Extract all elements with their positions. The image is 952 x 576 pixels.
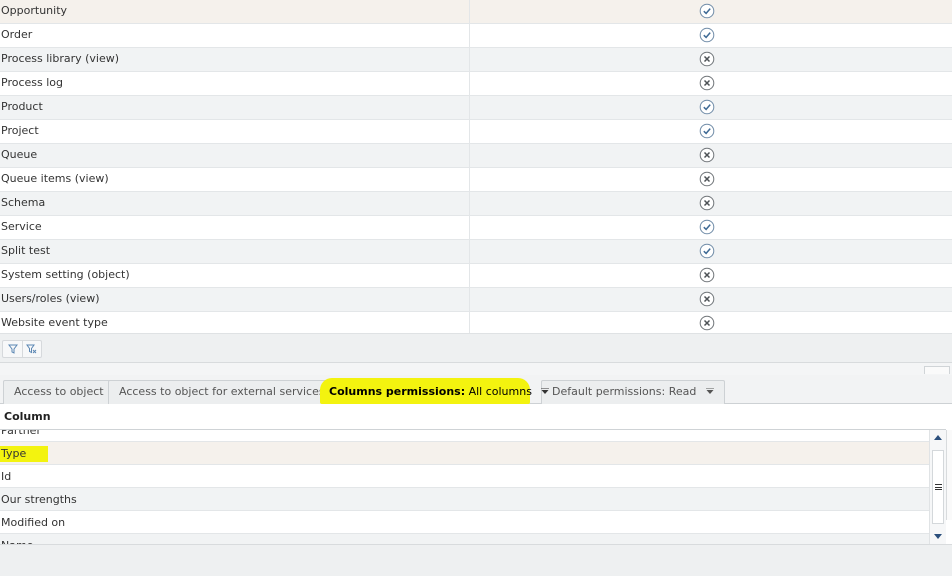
column-divider (469, 0, 470, 23)
object-name: Split test (1, 244, 51, 257)
object-name: Process log (1, 76, 63, 89)
column-name: Modified on (1, 516, 66, 529)
list-item[interactable]: Our strengths (0, 488, 929, 511)
table-row[interactable]: Opportunity (0, 0, 952, 24)
object-name: System setting (object) (1, 268, 130, 281)
cross-circle-icon[interactable] (699, 315, 715, 331)
objects-grid: Opportunity Order Process library (view) Pr… (0, 0, 952, 333)
cross-circle-icon[interactable] (699, 267, 715, 283)
bottom-toolbar (0, 544, 952, 576)
tab-access-external-services[interactable]: Access to object for external services (108, 380, 336, 404)
column-divider (469, 72, 470, 95)
list-item[interactable]: Partner (0, 430, 929, 442)
list-item[interactable]: Id (0, 465, 929, 488)
cross-circle-icon[interactable] (699, 75, 715, 91)
column-name: Name (1, 534, 33, 544)
list-item[interactable]: Modified on (0, 511, 929, 534)
scroll-down-icon[interactable] (933, 531, 943, 541)
table-row[interactable]: Users/roles (view) (0, 288, 952, 312)
cross-circle-icon[interactable] (699, 51, 715, 67)
tab-label: Access to object for external services (119, 385, 325, 398)
filter-toolbar (0, 333, 952, 363)
check-circle-icon[interactable] (699, 123, 715, 139)
table-row[interactable]: Product (0, 96, 952, 120)
object-name: Queue (1, 148, 38, 161)
vertical-scrollbar[interactable] (929, 430, 946, 544)
filter-button-group (2, 340, 42, 358)
column-divider (469, 168, 470, 191)
check-circle-icon[interactable] (699, 99, 715, 115)
object-name: Process library (view) (1, 52, 120, 65)
panel-splitter[interactable] (0, 363, 952, 375)
table-row[interactable]: Split test (0, 240, 952, 264)
filter-icon[interactable] (3, 341, 22, 357)
column-list: Partner Type Id Our strengths Modified o… (0, 430, 929, 544)
check-circle-icon[interactable] (699, 243, 715, 259)
table-row[interactable]: Website event type (0, 312, 952, 333)
scroll-up-icon[interactable] (933, 433, 943, 443)
object-name: Opportunity (1, 4, 68, 17)
object-name: Product (1, 100, 43, 113)
column-divider (469, 240, 470, 263)
tab-label: Columns permissions: (329, 385, 466, 398)
object-name: Users/roles (view) (1, 292, 100, 305)
tab-label: Default permissions: (552, 385, 666, 398)
column-divider (469, 144, 470, 167)
table-row[interactable]: Schema (0, 192, 952, 216)
object-name: Project (1, 124, 39, 137)
cross-circle-icon[interactable] (699, 291, 715, 307)
column-name: Partner (1, 430, 41, 437)
column-divider (469, 192, 470, 215)
table-row[interactable]: System setting (object) (0, 264, 952, 288)
column-divider (469, 24, 470, 47)
object-name: Website event type (1, 316, 108, 329)
table-row[interactable]: Queue (0, 144, 952, 168)
table-row[interactable]: Process library (view) (0, 48, 952, 72)
object-name: Schema (1, 196, 46, 209)
object-name: Order (1, 28, 33, 41)
table-row[interactable]: Process log (0, 72, 952, 96)
column-header-label: Column (4, 410, 51, 423)
column-divider (469, 288, 470, 311)
column-list-header: Column (0, 404, 946, 430)
column-divider (469, 312, 470, 333)
tab-value: Read (668, 385, 697, 398)
tab-value: All columns (468, 385, 532, 398)
list-item[interactable]: Name (0, 534, 929, 544)
list-item-selected[interactable]: Type (0, 442, 929, 465)
dropdown-caret-icon[interactable] (705, 381, 714, 403)
check-circle-icon[interactable] (699, 3, 715, 19)
column-divider (469, 96, 470, 119)
table-row[interactable]: Queue items (view) (0, 168, 952, 192)
column-name: Our strengths (1, 493, 77, 506)
table-row[interactable]: Project (0, 120, 952, 144)
splitter-handle[interactable] (924, 366, 950, 374)
tab-columns-permissions[interactable]: Columns permissions: All columns (318, 380, 560, 405)
check-circle-icon[interactable] (699, 219, 715, 235)
cross-circle-icon[interactable] (699, 195, 715, 211)
tab-label: Access to object (14, 385, 104, 398)
column-name: Type (1, 447, 27, 460)
clear-filter-icon[interactable] (22, 341, 41, 357)
column-name: Id (1, 470, 12, 483)
dropdown-caret-icon[interactable] (541, 381, 550, 403)
cross-circle-icon[interactable] (699, 147, 715, 163)
panel-edge (946, 430, 952, 520)
column-divider (469, 120, 470, 143)
grip-icon (935, 484, 942, 490)
column-divider (469, 48, 470, 71)
table-row[interactable]: Order (0, 24, 952, 48)
tab-access-to-object[interactable]: Access to object (3, 380, 115, 404)
object-name: Service (1, 220, 42, 233)
column-divider (469, 264, 470, 287)
object-name: Queue items (view) (1, 172, 109, 185)
tab-default-permissions[interactable]: Default permissions: Read (541, 380, 725, 404)
cross-circle-icon[interactable] (699, 171, 715, 187)
check-circle-icon[interactable] (699, 27, 715, 43)
column-divider (469, 216, 470, 239)
table-row[interactable]: Service (0, 216, 952, 240)
scrollbar-thumb[interactable] (932, 450, 944, 524)
